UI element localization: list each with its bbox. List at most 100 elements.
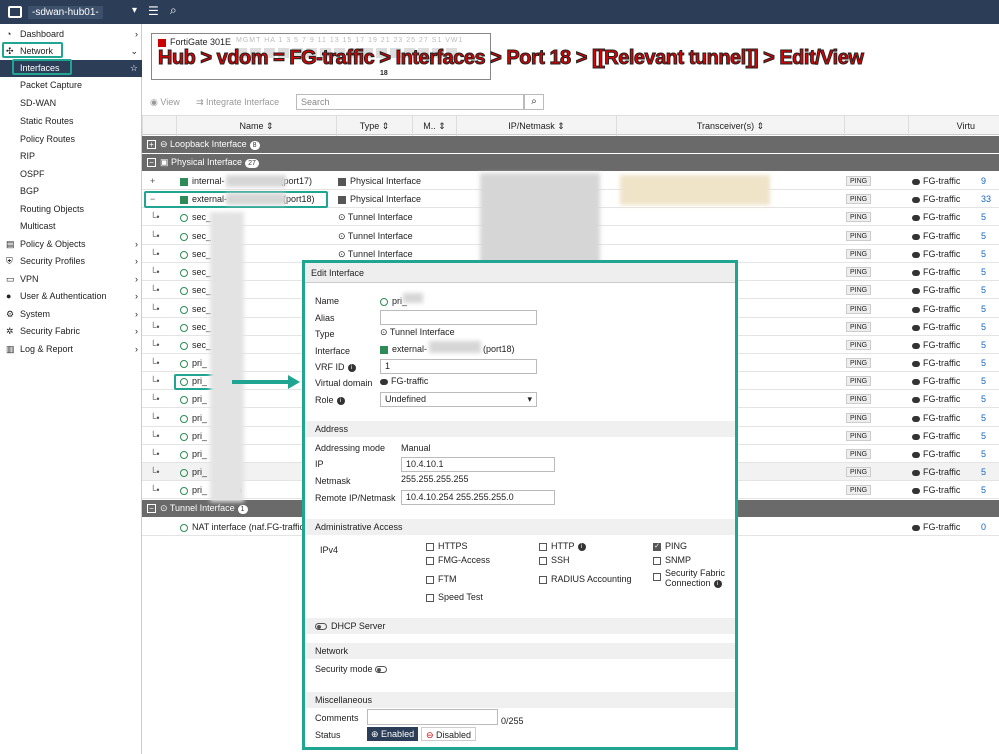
sidebar-item-system[interactable]: ⚙ System › xyxy=(0,306,142,323)
https-checkbox[interactable]: HTTPS xyxy=(426,541,468,551)
hostname-selector[interactable]: -sdwan-hub01- xyxy=(28,6,103,19)
netmask-value: 255.255.255.255 xyxy=(401,474,469,484)
dhcp-server-row[interactable]: DHCP Server xyxy=(305,618,735,634)
section-administrative-access: Administrative Access xyxy=(305,519,735,535)
tunnel-icon xyxy=(180,486,188,495)
integrate-icon: ⇉ xyxy=(196,97,207,107)
sidebar-item-routing-objects[interactable]: Routing Objects xyxy=(0,201,142,218)
tunnel-icon xyxy=(180,286,188,295)
redacted-area xyxy=(226,193,286,205)
disabled-icon: ⊖ xyxy=(426,730,437,740)
role-select[interactable]: Undefined ▾ xyxy=(380,392,537,407)
remote-ip-input[interactable]: 10.4.10.254 255.255.255.0 xyxy=(401,490,555,505)
star-icon[interactable]: ☆ xyxy=(130,60,138,77)
tunnel-icon xyxy=(180,359,188,368)
top-bar: -sdwan-hub01- ▾ ☰ ⌕ xyxy=(0,0,999,24)
header-type[interactable]: Type ⇕ xyxy=(336,116,412,136)
group-loopback[interactable]: + ⊖ Loopback Interface 8 xyxy=(142,136,999,153)
alias-input[interactable] xyxy=(380,310,537,325)
tunnel-type-icon: ⊙ xyxy=(338,231,348,241)
header-transceivers[interactable]: Transceiver(s) ⇕ xyxy=(616,116,844,136)
ip-input[interactable]: 10.4.10.1 xyxy=(401,457,555,472)
view-button[interactable]: ◉ View xyxy=(150,95,180,109)
interface-value: external- xyxy=(392,344,428,354)
expand-icon[interactable]: + xyxy=(150,172,155,190)
ping-checkbox[interactable]: ✓ PING xyxy=(653,541,687,551)
sidebar-item-policy-routes[interactable]: Policy Routes xyxy=(0,131,142,148)
collapse-icon[interactable]: − xyxy=(147,504,156,513)
info-icon[interactable]: i xyxy=(347,363,356,372)
search-input[interactable]: Search xyxy=(296,94,524,110)
gear-icon: ⚙ xyxy=(6,309,15,319)
dashboard-icon: ◔ xyxy=(6,29,12,39)
collapse-icon[interactable]: − xyxy=(147,158,156,167)
sidebar-item-bgp[interactable]: BGP xyxy=(0,183,142,200)
section-address: Address xyxy=(305,421,735,437)
tunnel-icon xyxy=(180,395,188,404)
tunnel-type-icon: ⊙ xyxy=(338,212,348,222)
header-ip-netmask[interactable]: IP/Netmask ⇕ xyxy=(456,116,616,136)
sidebar-item-dashboard[interactable]: ◔ Dashboard › xyxy=(0,26,142,43)
sidebar-item-sd-wan[interactable]: SD-WAN xyxy=(0,95,142,112)
enabled-icon: ⊕ xyxy=(371,729,382,739)
tunnel-type-icon: ⊙ xyxy=(338,249,348,259)
vdom-icon xyxy=(912,433,920,440)
dhcp-toggle[interactable] xyxy=(315,623,327,631)
expand-icon[interactable]: + xyxy=(147,140,156,149)
tunnel-icon xyxy=(180,450,188,459)
vdom-icon xyxy=(912,251,920,258)
sidebar-item-static-routes[interactable]: Static Routes xyxy=(0,113,142,130)
eye-icon: ◉ xyxy=(150,97,161,107)
hamburger-icon[interactable]: ☰ xyxy=(148,4,159,18)
redacted-area xyxy=(226,175,286,187)
hostname-dropdown-icon[interactable]: ▾ xyxy=(132,5,137,16)
sidebar-item-packet-capture[interactable]: Packet Capture xyxy=(0,77,142,94)
sidebar-item-rip[interactable]: RIP xyxy=(0,148,142,165)
header-virtual-domain[interactable]: Virtu xyxy=(908,116,999,136)
vdom-icon xyxy=(912,396,920,403)
edit-interface-dialog: Edit Interface Name pri_ Alias Type ⊙ Tu… xyxy=(302,260,738,750)
sidebar-item-vpn[interactable]: ▭ VPN › xyxy=(0,271,142,288)
vdom-icon xyxy=(912,287,920,294)
sidebar-item-ospf[interactable]: OSPF xyxy=(0,166,142,183)
search-icon[interactable]: ⌕ xyxy=(524,94,544,110)
sidebar-item-policy-objects[interactable]: ▤ Policy & Objects › xyxy=(0,236,142,253)
redacted-area xyxy=(210,212,244,502)
header-members[interactable]: M.. ⇕ xyxy=(412,116,456,136)
port-labels: MGMT HA 1 3 5 7 9 11 13 15 17 19 21 23 2… xyxy=(236,37,464,44)
physical-group-icon: ▣ xyxy=(160,157,172,167)
ftm-checkbox[interactable]: FTM xyxy=(426,574,457,584)
integrate-interface-button[interactable]: ⇉ Integrate Interface xyxy=(196,95,279,109)
sidebar-item-multicast[interactable]: Multicast xyxy=(0,218,142,235)
comments-textarea[interactable] xyxy=(367,709,498,725)
snmp-checkbox[interactable]: SNMP xyxy=(653,555,691,565)
vrf-id-input[interactable]: 1 xyxy=(380,359,537,374)
info-icon[interactable]: i xyxy=(713,579,722,588)
header-name[interactable]: Name ⇕ xyxy=(176,116,336,136)
sidebar-item-log-report[interactable]: ▥ Log & Report › xyxy=(0,341,142,358)
vdom-icon xyxy=(912,178,920,185)
sidebar-item-security-fabric[interactable]: ✲ Security Fabric › xyxy=(0,323,142,340)
vdom-icon xyxy=(912,306,920,313)
section-miscellaneous: Miscellaneous xyxy=(305,692,735,708)
http-checkbox[interactable]: HTTP i xyxy=(539,541,586,551)
tunnel-icon xyxy=(180,523,188,532)
ssh-checkbox[interactable]: SSH xyxy=(539,555,570,565)
fmg-access-checkbox[interactable]: FMG-Access xyxy=(426,555,490,565)
speed-test-checkbox[interactable]: Speed Test xyxy=(426,592,483,602)
redacted-area xyxy=(403,293,423,303)
sidebar-item-user-authentication[interactable]: ● User & Authentication › xyxy=(0,288,142,305)
group-physical[interactable]: − ▣ Physical Interface 27 xyxy=(142,154,999,171)
comments-counter: 0/255 xyxy=(501,716,524,726)
sidebar-item-security-profiles[interactable]: ⛨ Security Profiles › xyxy=(0,253,142,270)
status-enabled-button[interactable]: ⊕ Enabled xyxy=(367,727,419,741)
security-fabric-connection-checkbox[interactable]: Security Fabric Connection i xyxy=(653,568,725,588)
info-icon[interactable]: i xyxy=(577,542,586,551)
security-mode-toggle[interactable] xyxy=(375,666,388,674)
info-icon[interactable]: i xyxy=(336,396,345,405)
shield-icon: ⛨ xyxy=(6,256,13,266)
status-disabled-button[interactable]: ⊖ Disabled xyxy=(421,727,477,741)
search-icon[interactable]: ⌕ xyxy=(170,3,177,18)
radius-accounting-checkbox[interactable]: RADIUS Accounting xyxy=(539,574,632,584)
fortinet-logo-icon xyxy=(8,6,22,18)
